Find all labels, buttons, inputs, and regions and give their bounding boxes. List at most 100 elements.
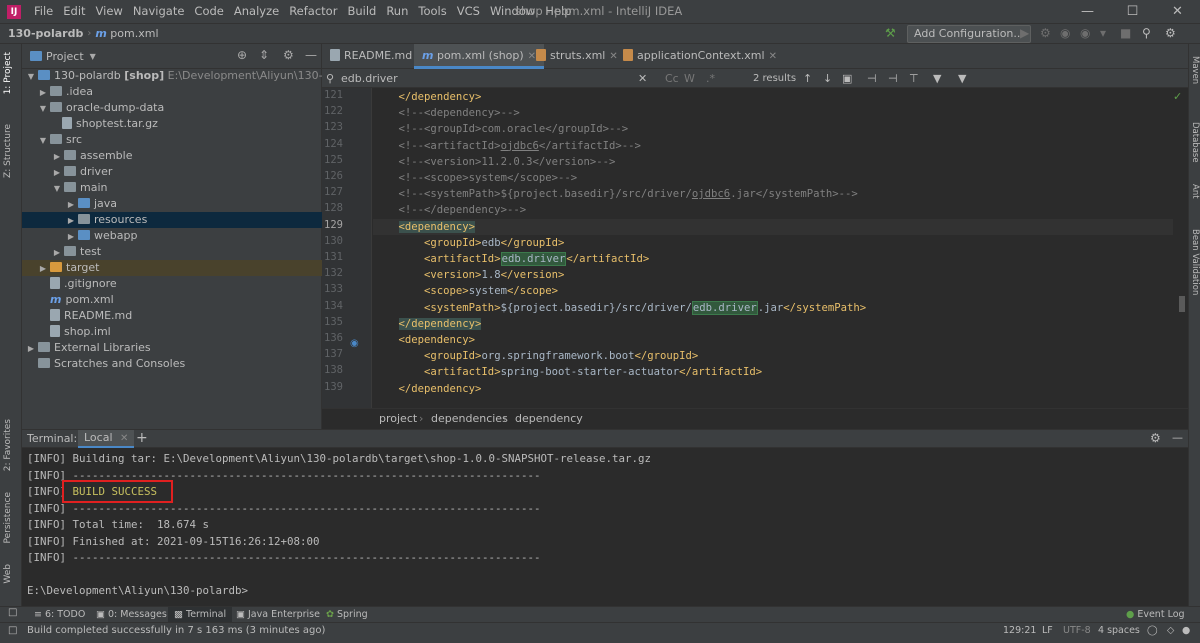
menu-file[interactable]: File — [29, 0, 58, 23]
next-occurrence-icon[interactable]: ↓ — [823, 71, 832, 86]
remove-occurrence-icon[interactable]: ⊣ — [888, 71, 898, 86]
nav-file[interactable]: m pom.xml — [91, 27, 162, 40]
maximize-icon[interactable]: ☐ — [1110, 0, 1155, 23]
stop-icon[interactable]: ■ — [1120, 26, 1131, 40]
add-configuration-button[interactable]: Add Configuration... — [907, 25, 1031, 43]
tree-item-webapp[interactable]: ▶ webapp — [22, 228, 322, 244]
tool-maven-tab[interactable]: Maven — [1190, 56, 1200, 84]
line-separator[interactable]: LF — [1042, 623, 1053, 639]
regex-icon[interactable]: .* — [706, 71, 715, 86]
collapse-all-icon[interactable]: ⇕ — [259, 48, 269, 62]
menu-vcs[interactable]: VCS — [452, 0, 485, 23]
tree-item-java[interactable]: ▶ java — [22, 196, 322, 212]
project-panel-title[interactable]: Project — [46, 50, 84, 63]
git-icon[interactable]: ◇ — [1167, 623, 1174, 639]
select-all-occurrences-icon[interactable]: ▣ — [842, 71, 852, 86]
breadcrumb-dependency[interactable]: dependency — [515, 412, 583, 425]
find-input[interactable]: edb.driver — [341, 71, 631, 86]
gear-icon[interactable]: ⚙ — [283, 48, 294, 62]
select-all-icon[interactable]: ⊤ — [909, 71, 919, 86]
tool-spring[interactable]: ✿ Spring — [322, 607, 372, 623]
menu-tools[interactable]: Tools — [413, 0, 451, 23]
clear-search-icon[interactable]: ✕ — [638, 71, 647, 86]
tool-structure-tab[interactable]: Z: Structure — [3, 124, 13, 178]
tree-item-test[interactable]: ▶ test — [22, 244, 322, 260]
menu-build[interactable]: Build — [342, 0, 381, 23]
tool-persistence-tab[interactable]: Persistence — [3, 492, 13, 543]
tool-bean-validation-tab[interactable]: Bean Validation — [1190, 229, 1200, 295]
tree-item-resources[interactable]: ▶ resources — [22, 212, 322, 228]
words-icon[interactable]: W — [684, 71, 695, 86]
tree-item-main[interactable]: ▼ main — [22, 180, 322, 196]
tool-java-enterprise[interactable]: ▣ Java Enterprise — [232, 607, 324, 623]
run-dropdown-icon[interactable]: ▾ — [1100, 26, 1106, 40]
settings-icon[interactable]: ⚙ — [1165, 26, 1176, 40]
file-encoding[interactable]: UTF-8 — [1063, 623, 1091, 639]
lock-icon[interactable]: ◯ — [1147, 623, 1158, 639]
notifications-icon[interactable]: ● — [1182, 623, 1190, 639]
tool-event-log[interactable]: ● Event Log — [1122, 607, 1189, 623]
menu-run[interactable]: Run — [381, 0, 413, 23]
tool-database-tab[interactable]: Database — [1190, 122, 1200, 163]
menu-navigate[interactable]: Navigate — [128, 0, 190, 23]
tree-item-scratches[interactable]: Scratches and Consoles — [22, 356, 322, 372]
editor-scrollbar[interactable] — [1179, 296, 1185, 312]
breadcrumb-dependencies[interactable]: dependencies — [431, 412, 508, 425]
profile-icon[interactable]: ◉ — [1080, 26, 1090, 40]
close-window-icon[interactable]: ✕ — [1155, 0, 1200, 23]
close-tab-icon[interactable]: ✕ — [120, 433, 128, 444]
tree-item-idea[interactable]: ▶ .idea — [22, 84, 322, 100]
menu-analyze[interactable]: Analyze — [229, 0, 284, 23]
tree-item-shop-iml[interactable]: shop.iml — [22, 324, 322, 340]
build-hammer-icon[interactable]: ⚒ — [885, 26, 896, 40]
run-icon[interactable]: ▶ — [1020, 26, 1029, 40]
tab-pom-xml[interactable]: m pom.xml (shop) ✕ — [414, 44, 545, 69]
previous-occurrence-icon[interactable]: ↑ — [803, 71, 812, 86]
tool-web-tab[interactable]: Web — [3, 564, 13, 584]
gear-icon[interactable]: ⚙ — [1150, 431, 1161, 445]
minimize-icon[interactable]: — — [1065, 0, 1110, 23]
hide-panel-icon[interactable]: — — [1172, 431, 1183, 444]
search-everywhere-icon[interactable]: ⚲ — [1142, 26, 1151, 40]
terminal-output[interactable]: [INFO] Building tar: E:\Development\Aliy… — [22, 448, 1188, 606]
nav-project[interactable]: 130-polardb — [0, 27, 87, 40]
tool-favorites-tab[interactable]: 2: Favorites — [3, 419, 13, 471]
code-editor[interactable]: </dependency> <!--<dependency>--> <!--<g… — [373, 88, 1188, 408]
tree-item-gitignore[interactable]: .gitignore — [22, 276, 322, 292]
tab-struts-xml[interactable]: struts.xml ✕ — [528, 44, 626, 69]
menu-refactor[interactable]: Refactor — [284, 0, 342, 23]
hide-panel-icon[interactable]: — — [305, 48, 317, 62]
caret-position[interactable]: 129:21 — [1003, 623, 1036, 639]
tree-item-external-libraries[interactable]: ▶ External Libraries — [22, 340, 322, 356]
toggle-tool-windows-icon[interactable]: □ — [8, 607, 17, 618]
inspection-ok-icon[interactable]: ✓ — [1173, 90, 1182, 103]
terminal-tab-local[interactable]: Local ✕ — [78, 430, 135, 448]
tool-terminal[interactable]: ▩ Terminal — [168, 607, 233, 623]
locate-file-icon[interactable]: ⊕ — [237, 48, 247, 62]
tool-project-tab[interactable]: 1: Project — [3, 52, 13, 94]
tree-item-oracle-dump-data[interactable]: ▼ oracle-dump-data — [22, 100, 322, 116]
tree-item-src[interactable]: ▼ src — [22, 132, 322, 148]
status-message[interactable]: Build completed successfully in 7 s 163 … — [27, 623, 325, 639]
add-occurrence-icon[interactable]: ⊣ — [867, 71, 877, 86]
debug-icon[interactable]: ⚙ — [1040, 26, 1051, 40]
match-case-icon[interactable]: Cc — [665, 71, 679, 86]
tree-item-target[interactable]: ▶ target — [22, 260, 322, 276]
tree-item-assemble[interactable]: ▶ assemble — [22, 148, 322, 164]
funnel-icon[interactable]: ▼ — [958, 71, 966, 86]
filter-icon[interactable]: ▼ — [933, 71, 941, 86]
tree-item-driver[interactable]: ▶ driver — [22, 164, 322, 180]
indent-setting[interactable]: 4 spaces — [1098, 623, 1140, 639]
close-tab-icon[interactable]: ✕ — [769, 51, 777, 62]
tree-item-shoptest-archive[interactable]: shoptest.tar.gz — [22, 116, 322, 132]
menu-view[interactable]: View — [91, 0, 128, 23]
chevron-down-icon[interactable]: ▼ — [90, 52, 96, 61]
breadcrumb-project[interactable]: project — [379, 412, 417, 425]
tree-item-pom[interactable]: m pom.xml — [22, 292, 322, 308]
tool-todo[interactable]: ≡ 6: TODO — [30, 607, 89, 623]
menu-code[interactable]: Code — [189, 0, 228, 23]
tab-application-context[interactable]: applicationContext.xml ✕ — [615, 44, 785, 69]
tree-item-project-root[interactable]: ▼ 130-polardb [shop] E:\Development\Aliyu… — [22, 68, 364, 84]
tool-ant-tab[interactable]: Ant — [1190, 184, 1200, 199]
menu-edit[interactable]: Edit — [58, 0, 90, 23]
